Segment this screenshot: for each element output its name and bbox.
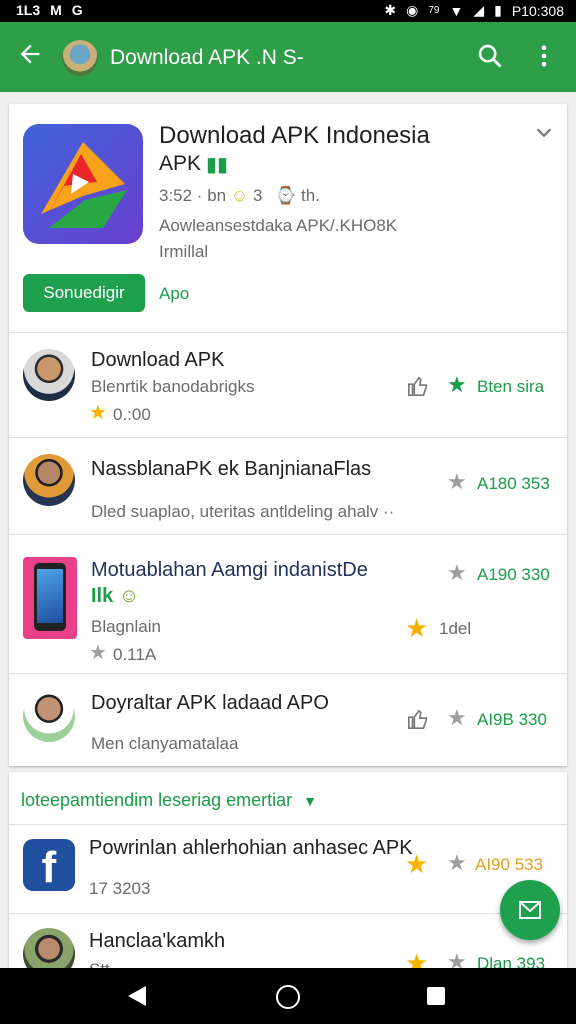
compose-fab-button[interactable] <box>500 880 560 940</box>
item-title: NassblanaPK ek BanjnianaFlas <box>91 458 372 480</box>
status-time: P10:308 <box>511 2 564 19</box>
emoji-icon: ☺ <box>118 585 140 607</box>
list-item[interactable]: Hanclaa'kamkh Stt ★ ★ Dlan 393 <box>9 914 567 972</box>
clock-icon: ⌚ <box>275 186 297 205</box>
channel-avatar[interactable] <box>62 40 98 76</box>
gmail-icon: M <box>50 2 62 18</box>
status-bar: 1L3 M G ✱ ◉ 79 ▼ ◢ ▮ P10:308 <box>0 0 576 22</box>
list-item[interactable]: Download APK Blenrtik banodabrigks ★ 0.:… <box>9 333 567 437</box>
app-meta-tail: th. <box>301 186 320 205</box>
app-title-line2: APK <box>159 152 202 175</box>
item-rating: 0.11A <box>113 645 157 664</box>
star-icon: ★ <box>405 849 429 879</box>
item-subtitle: Blenrtik banodabrigks <box>91 377 255 396</box>
item-rating: 0.:00 <box>113 405 151 424</box>
phone-thumbnail-icon <box>23 557 77 639</box>
apk-link[interactable]: Apo <box>159 284 189 304</box>
star-icon[interactable]: ★ <box>447 562 467 584</box>
item-action[interactable]: AI90 533 <box>475 855 543 875</box>
more-vert-icon[interactable] <box>530 42 558 75</box>
thumbs-up-icon[interactable] <box>407 375 429 397</box>
verified-icon: ▮▮ <box>206 154 229 176</box>
signal-icon: ◢ <box>473 2 485 18</box>
expand-chevron-icon[interactable] <box>533 122 555 149</box>
related-section-card: loteepamtiendim leseriag emertiar ▼ f Po… <box>9 772 567 972</box>
item-subtitle: 17 3203 <box>89 879 151 898</box>
app-meta: 3:52 · bn ☺ 3 ⌚ th. <box>159 186 320 206</box>
avatar <box>23 349 75 401</box>
battery-icon: ▮ <box>494 2 502 18</box>
nav-recents-icon[interactable] <box>427 987 445 1005</box>
chevron-down-icon: ▼ <box>303 793 317 809</box>
badge-icon: ☺ <box>230 186 249 205</box>
item-title2-text: Ilk <box>91 585 114 607</box>
status-icon-1: 1L3 <box>16 2 41 18</box>
app-details-card: Download APK Indonesia APK ▮▮ 3:52 · bn … <box>9 104 567 766</box>
app-bar: Download APK .N S- <box>0 22 576 92</box>
item-action[interactable]: Bten sira <box>477 377 544 397</box>
facebook-icon: f <box>23 839 75 891</box>
item-action[interactable]: A190 330 <box>477 565 550 585</box>
list-item[interactable]: NassblanaPK ek BanjnianaFlas Dled suapla… <box>9 438 567 534</box>
avatar <box>23 690 75 742</box>
network-label: 79 <box>428 5 440 16</box>
star-icon[interactable]: ★ <box>447 852 467 874</box>
bluetooth-icon: ✱ <box>384 2 397 18</box>
thumbs-up-icon[interactable] <box>407 708 429 730</box>
item-rating-right: 1del <box>439 619 472 638</box>
item-subtitle: Blagnlain <box>91 617 161 636</box>
back-arrow-icon[interactable] <box>16 40 44 74</box>
star-icon: ★ <box>89 642 107 664</box>
app-title-line1: Download APK Indonesia <box>159 122 430 149</box>
nav-home-icon[interactable] <box>276 985 300 1009</box>
star-icon: ★ <box>405 613 429 643</box>
app-logo-icon <box>23 124 143 244</box>
nav-back-icon[interactable] <box>126 984 148 1013</box>
search-icon[interactable] <box>476 42 504 75</box>
section-title[interactable]: loteepamtiendim leseriag emertiar ▼ <box>21 790 317 811</box>
star-icon[interactable]: ★ <box>447 374 467 396</box>
star-icon[interactable]: ★ <box>447 471 467 493</box>
star-icon[interactable]: ★ <box>447 707 467 729</box>
google-icon: G <box>71 2 83 18</box>
item-title: Motuablahan Aamgi indanistDe <box>91 559 368 582</box>
alarm-icon: ◉ <box>406 2 419 18</box>
item-subtitle: Men clanyamatalaa <box>91 734 239 753</box>
item-subtitle: Dled suaplao, uteritas antldeling ahalv … <box>91 502 395 521</box>
install-button[interactable]: Sonuedigir <box>23 274 145 312</box>
item-action[interactable]: A180 353 <box>477 474 550 494</box>
item-action[interactable]: AI9B 330 <box>477 710 547 730</box>
item-title: Download APK <box>91 349 225 371</box>
star-icon: ★ <box>89 402 107 424</box>
item-title: Doyraltar APK ladaad APO <box>91 692 329 714</box>
wifi-icon: ▼ <box>449 2 464 19</box>
section-title-text: loteepamtiendim leseriag emertiar <box>21 790 293 810</box>
system-nav-bar <box>0 968 576 1024</box>
item-title: Hanclaa'kamkh <box>89 930 226 952</box>
avatar <box>23 928 75 972</box>
app-desc-line1: Aowleansestdaka APK/.KHO8K <box>159 216 398 235</box>
app-meta-num: 3 <box>252 186 263 205</box>
item-title-text: Motuablahan Aamgi indanistDe <box>91 559 368 581</box>
avatar <box>23 454 75 506</box>
list-item[interactable]: f Powrinlan ahlerhohian anhasec APK 17 3… <box>9 825 567 913</box>
app-desc-line2: Irmillal <box>159 242 209 261</box>
list-item[interactable]: Motuablahan Aamgi indanistDe Ilk ☺ Blagn… <box>9 535 567 673</box>
page-title: Download APK .N S- <box>110 46 304 69</box>
list-item[interactable]: Doyraltar APK ladaad APO Men clanyamatal… <box>9 674 567 766</box>
item-title: Powrinlan ahlerhohian anhasec APK <box>89 837 413 859</box>
app-meta-text: 3:52 · bn <box>159 186 227 205</box>
item-title-line2: Ilk ☺ <box>91 585 139 608</box>
